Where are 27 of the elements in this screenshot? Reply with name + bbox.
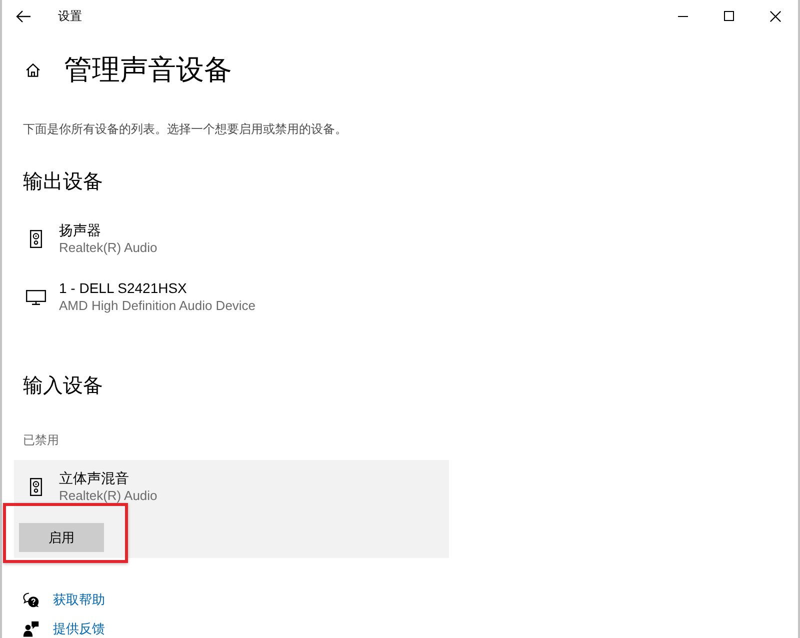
device-driver: Realtek(R) Audio (59, 487, 158, 504)
help-link[interactable]: 获取帮助 (53, 590, 105, 610)
help-icon (23, 592, 39, 608)
speaker-icon (30, 478, 42, 496)
device-driver: AMD High Definition Audio Device (59, 297, 256, 314)
back-arrow-icon (16, 10, 30, 22)
feedback-link[interactable]: 提供反馈 (53, 618, 105, 638)
page-title: 管理声音设备 (64, 53, 232, 87)
close-icon (770, 10, 780, 22)
speaker-icon (30, 230, 42, 248)
monitor-icon (26, 290, 46, 304)
enable-button[interactable]: 启用 (19, 523, 104, 552)
device-list-item[interactable]: 立体声混音 Realtek(R) Audio 启用 (14, 460, 449, 558)
device-name: 1 - DELL S2421HSX (59, 280, 188, 297)
device-name: 扬声器 (59, 222, 102, 239)
device-list-item[interactable]: 1 - DELL S2421HSX AMD High Definition Audio Device (14, 270, 449, 328)
device-list-item[interactable]: 扬声器 Realtek(R) Audio (14, 212, 449, 270)
section-heading: 输入设备 (23, 374, 104, 399)
page-description: 下面是你所有设备的列表。选择一个想要启用或禁用的设备。 (23, 121, 348, 138)
device-name: 立体声混音 (59, 470, 130, 487)
feedback-icon (23, 620, 39, 636)
home-icon[interactable] (26, 63, 40, 77)
status-label: 已禁用 (23, 432, 60, 449)
maximize-icon (724, 11, 734, 21)
section-heading: 输出设备 (23, 170, 104, 195)
window-title: 设置 (58, 8, 82, 25)
device-driver: Realtek(R) Audio (59, 239, 158, 256)
